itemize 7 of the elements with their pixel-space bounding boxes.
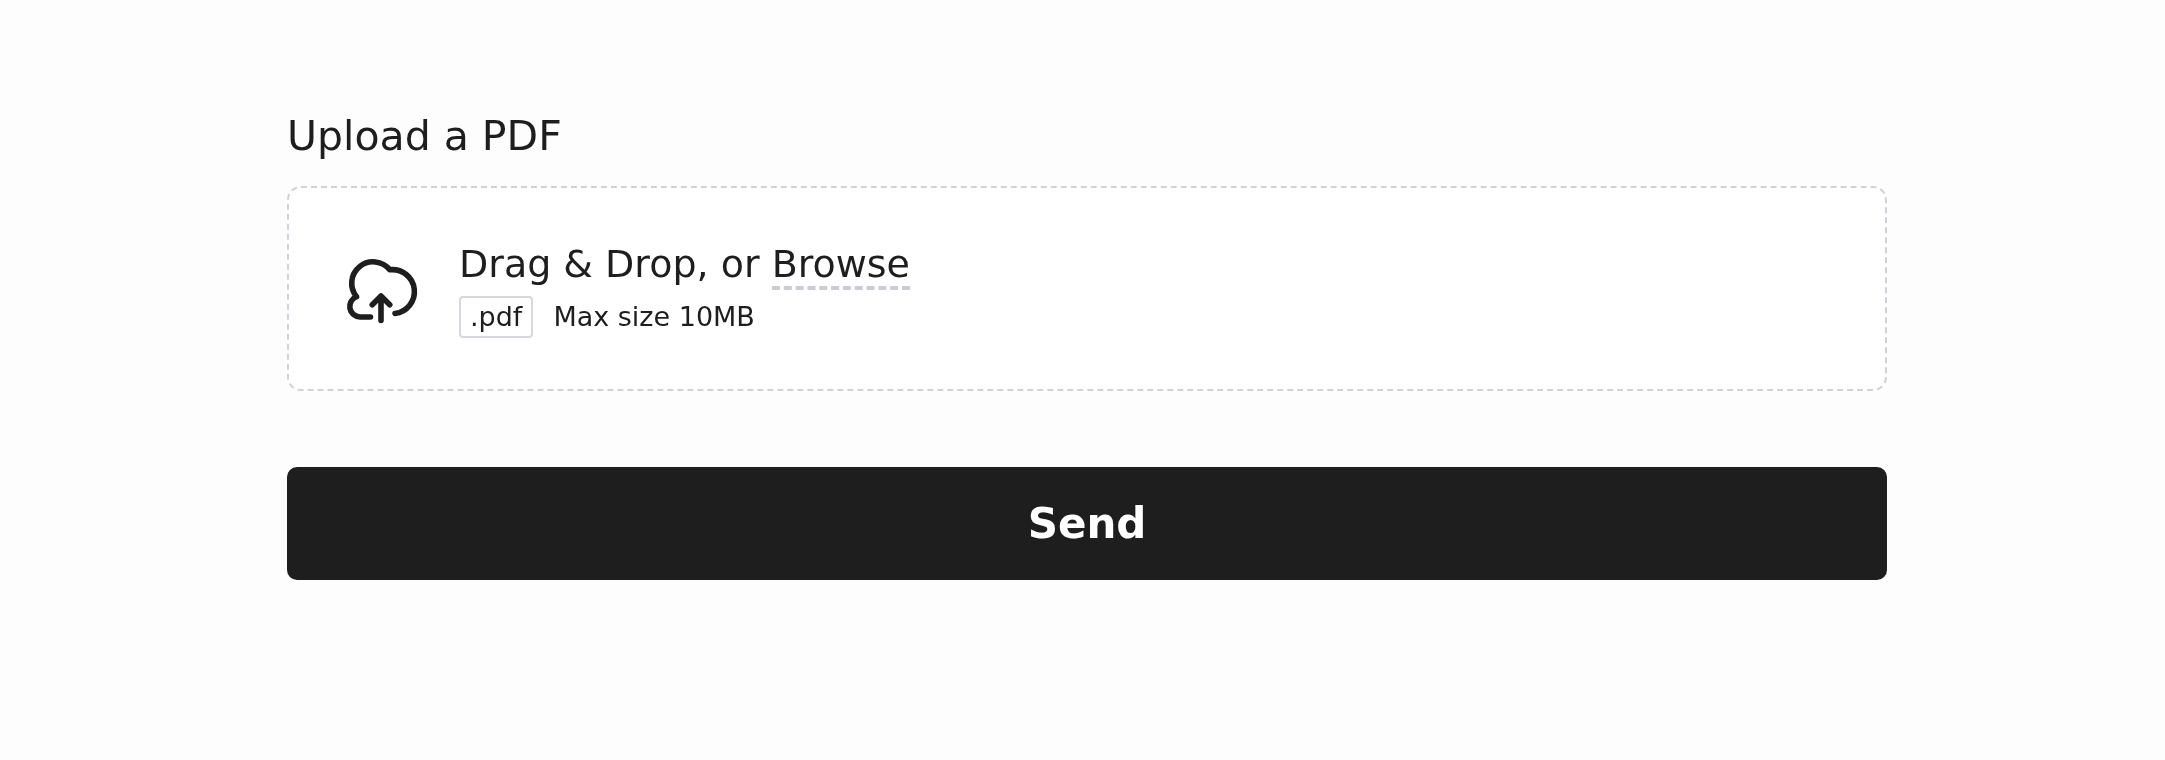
browse-link[interactable]: Browse xyxy=(771,241,910,290)
max-size-text: Max size 10MB xyxy=(553,299,755,334)
drop-instruction: Drag & Drop, or Browse xyxy=(459,239,910,288)
drop-zone[interactable]: Drag & Drop, or Browse .pdf Max size 10MB xyxy=(287,186,1887,391)
page-heading: Upload a PDF xyxy=(287,112,562,160)
send-button[interactable]: Send xyxy=(287,467,1887,580)
file-type-tag: .pdf xyxy=(459,295,534,338)
